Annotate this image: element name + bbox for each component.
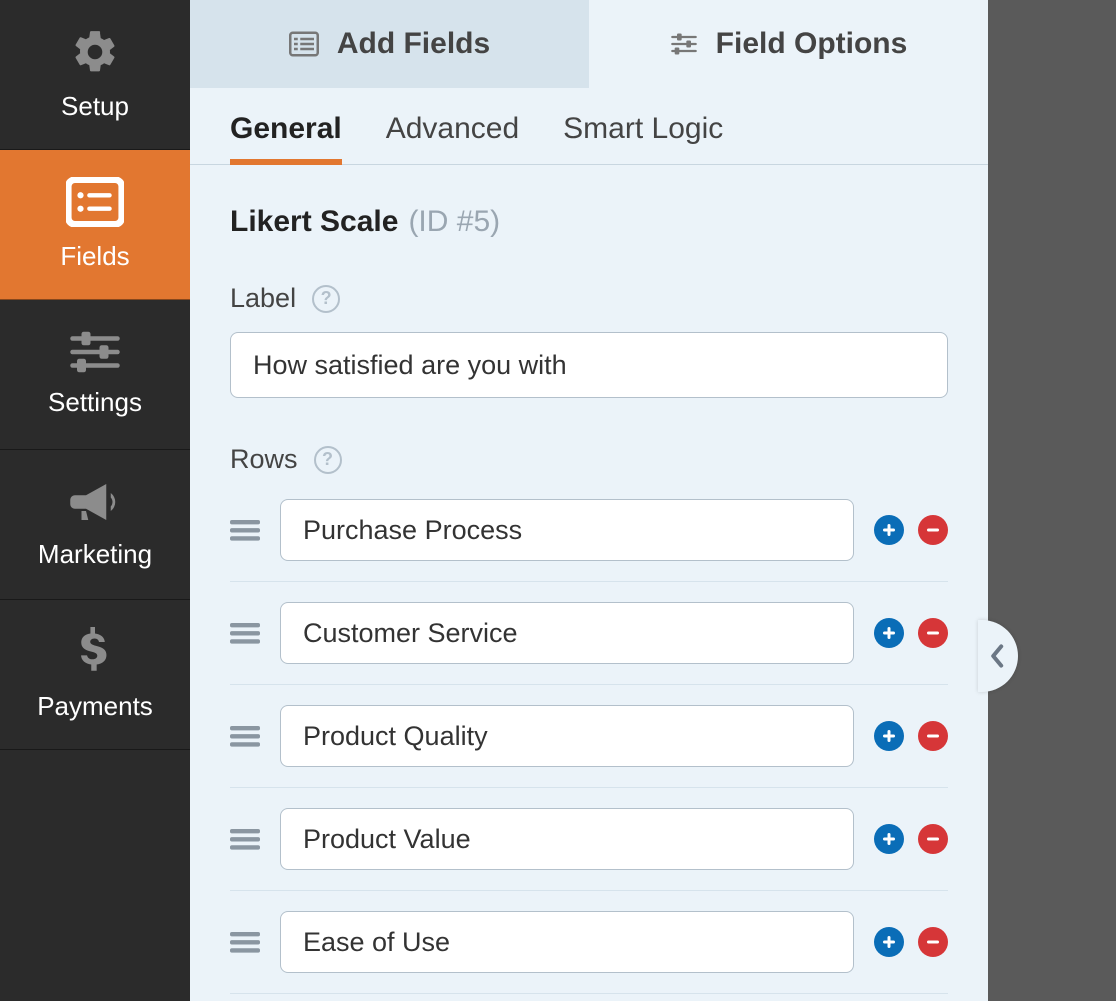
sidebar-item-label: Settings [48,387,142,418]
row-value-input[interactable] [280,911,854,973]
drag-handle-icon[interactable] [230,517,260,543]
sidebar-item-payments[interactable]: Payments [0,600,190,750]
drag-handle-icon[interactable] [230,929,260,955]
field-options-panel: Add Fields Field Options General Advance… [190,0,988,1001]
add-row-button[interactable] [874,927,904,957]
sliders-icon [68,331,122,373]
field-label-input[interactable] [230,332,948,398]
dollar-icon [78,627,112,677]
remove-row-button[interactable] [918,824,948,854]
row-actions [874,515,948,545]
row-item [230,891,948,994]
row-value-input[interactable] [280,808,854,870]
gear-icon [70,27,120,77]
list-fields-icon [289,31,319,57]
help-icon[interactable]: ? [314,446,342,474]
bullhorn-icon [68,479,122,525]
row-value-input[interactable] [280,705,854,767]
label-heading-row: Label ? [230,283,948,314]
sidebar-item-label: Payments [37,691,153,722]
remove-row-button[interactable] [918,618,948,648]
row-item [230,493,948,582]
remove-row-button[interactable] [918,927,948,957]
label-heading: Label [230,283,296,314]
row-item [230,788,948,891]
sub-tabs: General Advanced Smart Logic [190,88,988,165]
sidebar-item-label: Marketing [38,539,152,570]
form-fields-icon [66,177,124,227]
row-actions [874,824,948,854]
sub-tab-general[interactable]: General [230,112,342,164]
add-row-button[interactable] [874,824,904,854]
field-title-line: Likert Scale (ID #5) [230,205,948,239]
sidebar-item-fields[interactable]: Fields [0,150,190,300]
sidebar-item-marketing[interactable]: Marketing [0,450,190,600]
field-options-content: Likert Scale (ID #5) Label ? Rows ? [190,165,988,1001]
add-row-button[interactable] [874,515,904,545]
row-item [230,685,948,788]
remove-row-button[interactable] [918,515,948,545]
sub-tab-smart-logic[interactable]: Smart Logic [563,112,723,164]
tab-field-options[interactable]: Field Options [589,0,988,88]
row-value-input[interactable] [280,602,854,664]
panel-wrap: Add Fields Field Options General Advance… [190,0,1116,1001]
sidebar-item-label: Setup [61,91,129,122]
tab-label: Add Fields [337,27,490,61]
row-actions [874,927,948,957]
panel-collapse-handle[interactable] [978,620,1018,692]
rows-list [230,493,948,994]
help-icon[interactable]: ? [312,285,340,313]
add-row-button[interactable] [874,721,904,751]
row-value-input[interactable] [280,499,854,561]
row-actions [874,721,948,751]
field-id-text: (ID #5) [408,205,500,239]
rows-heading-row: Rows ? [230,444,948,475]
panel-top-tabs: Add Fields Field Options [190,0,988,88]
sidebar-item-settings[interactable]: Settings [0,300,190,450]
row-actions [874,618,948,648]
rows-heading: Rows [230,444,298,475]
tab-add-fields[interactable]: Add Fields [190,0,589,88]
builder-sidebar: Setup Fields Settings Marketing Payments [0,0,190,1001]
field-type-title: Likert Scale [230,205,398,239]
remove-row-button[interactable] [918,721,948,751]
sliders-icon [670,32,698,56]
drag-handle-icon[interactable] [230,826,260,852]
tab-label: Field Options [716,27,908,61]
app-root: Setup Fields Settings Marketing Payments [0,0,1116,1001]
sidebar-item-setup[interactable]: Setup [0,0,190,150]
row-item [230,582,948,685]
sub-tab-advanced[interactable]: Advanced [386,112,519,164]
sidebar-item-label: Fields [60,241,129,272]
add-row-button[interactable] [874,618,904,648]
drag-handle-icon[interactable] [230,620,260,646]
drag-handle-icon[interactable] [230,723,260,749]
